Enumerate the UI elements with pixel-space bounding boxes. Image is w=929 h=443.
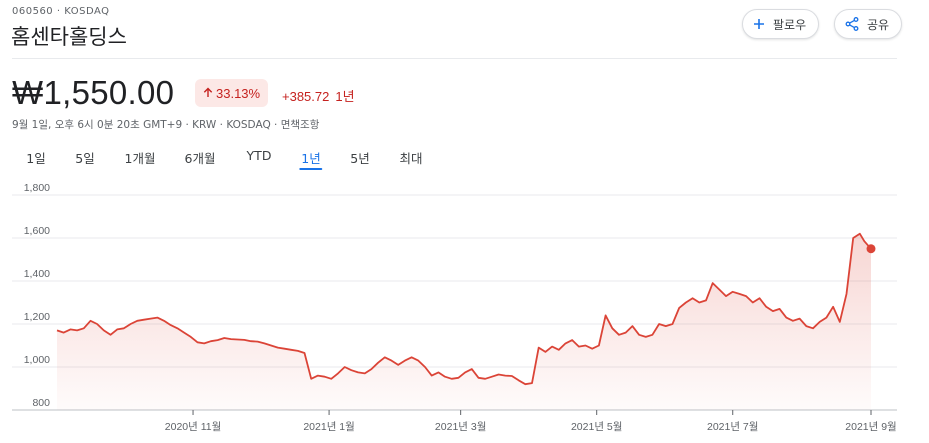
x-tick-label: 2021년 5월 [571,421,622,433]
y-tick-label: 1,600 [24,225,50,237]
y-tick-label: 800 [32,397,50,409]
x-tick-label: 2021년 1월 [303,421,354,433]
y-tick-label: 1,400 [24,268,50,280]
price-chart[interactable]: 1,800 1,600 1,400 1,200 1,000 800 2020년 11월 20… [0,0,929,443]
x-tick-label: 2020년 11월 [165,421,222,433]
last-price-dot [866,244,876,254]
x-tick-label: 2021년 3월 [435,421,486,433]
y-tick-label: 1,800 [24,182,50,194]
x-tick-label: 2021년 9월 [845,421,896,433]
y-tick-label: 1,000 [24,354,50,366]
y-tick-label: 1,200 [24,311,50,323]
price-area [57,233,871,410]
x-tick-label: 2021년 7월 [707,421,758,433]
